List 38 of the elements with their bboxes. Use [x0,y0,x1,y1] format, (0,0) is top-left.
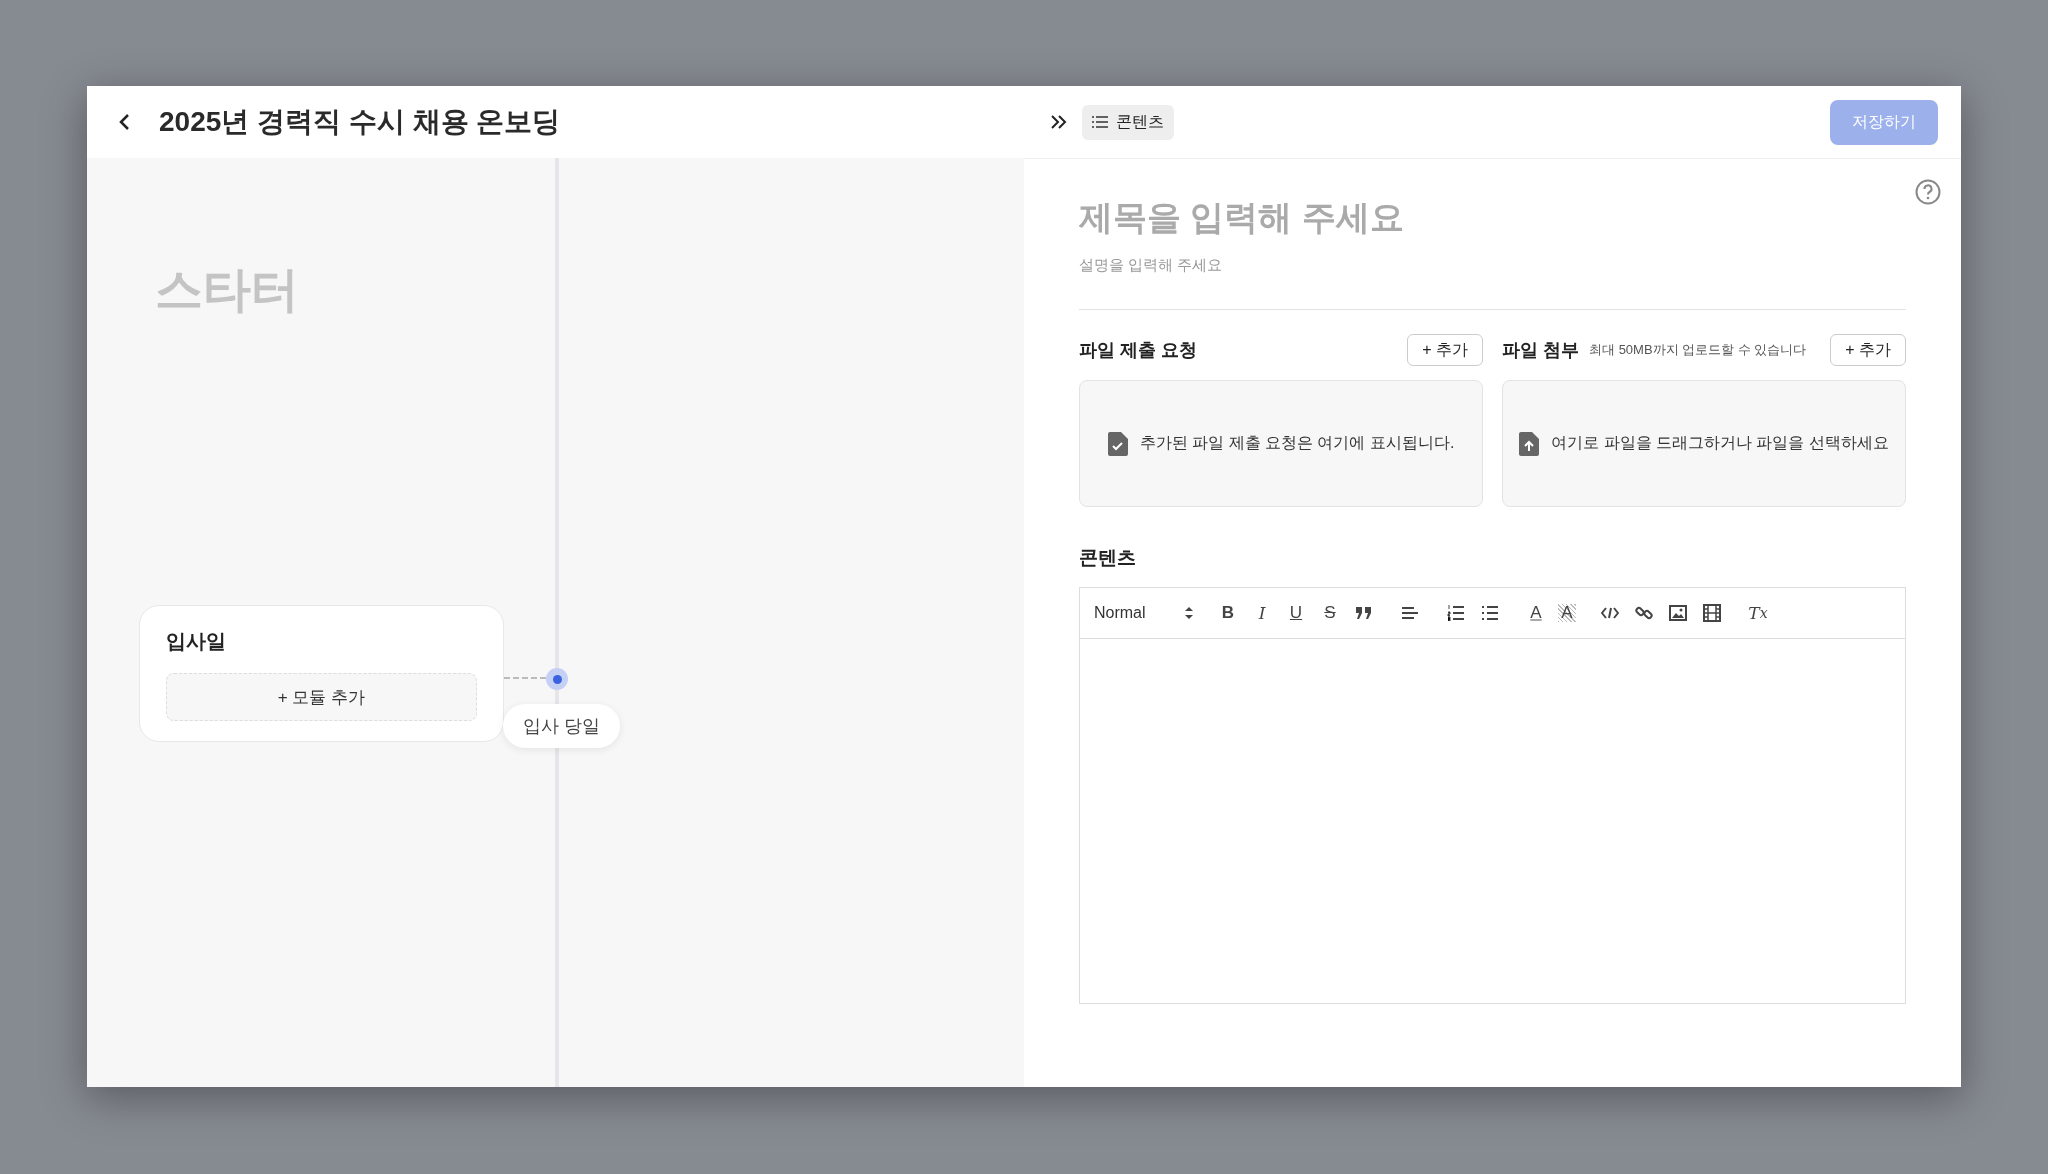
content-tab[interactable]: 콘텐츠 [1082,104,1174,140]
align-left-icon [1401,606,1419,620]
bold-button[interactable]: B [1216,601,1240,625]
timeline-dot[interactable] [546,668,568,690]
section-title: 파일 제출 요청 [1079,339,1197,362]
bullet-list-icon [1481,605,1499,621]
link-icon [1635,604,1653,622]
card-title: 입사일 [166,629,226,654]
list-icon [1092,116,1108,128]
add-module-button[interactable]: + 모듈 추가 [166,673,477,721]
collapse-button[interactable] [1050,114,1068,130]
format-select[interactable]: Normal [1094,604,1194,622]
page-title: 2025년 경력직 수시 채용 온보딩 [159,105,561,139]
drop-zone[interactable]: 여기로 파일을 드래그하거나 파일을 선택하세요 [1502,380,1906,507]
timeline-label: 입사 당일 [503,704,620,748]
add-button[interactable]: + 추가 [1407,334,1483,366]
connector-line [504,677,546,679]
underline-button[interactable]: U [1284,601,1308,625]
text-color-button[interactable]: A [1524,601,1548,625]
code-icon [1601,607,1619,619]
empty-message: 추가된 파일 제출 요청은 여기에 표시됩니다. [1139,433,1455,453]
italic-button[interactable]: I [1250,601,1274,625]
section-title: 콘텐츠 [1079,546,1136,570]
film-icon [1703,604,1721,622]
updown-icon [1184,606,1194,620]
upload-hint: 최대 50MB까지 업로드할 수 있습니다 [1589,341,1807,359]
highlight-button[interactable]: A [1558,604,1576,622]
numbered-list-icon [1447,605,1465,621]
empty-message: 여기로 파일을 드래그하거나 파일을 선택하세요 [1551,433,1889,453]
file-upload-icon [1519,431,1540,456]
file-check-icon [1107,431,1128,456]
toolbar-button[interactable] [1700,601,1724,625]
help-icon[interactable] [1915,179,1941,205]
quote-icon [1355,606,1373,620]
image-icon [1669,605,1687,621]
add-button[interactable]: + 추가 [1830,334,1906,366]
strikethrough-button[interactable]: S [1318,601,1342,625]
section-title: 파일 첨부 [1502,339,1579,362]
